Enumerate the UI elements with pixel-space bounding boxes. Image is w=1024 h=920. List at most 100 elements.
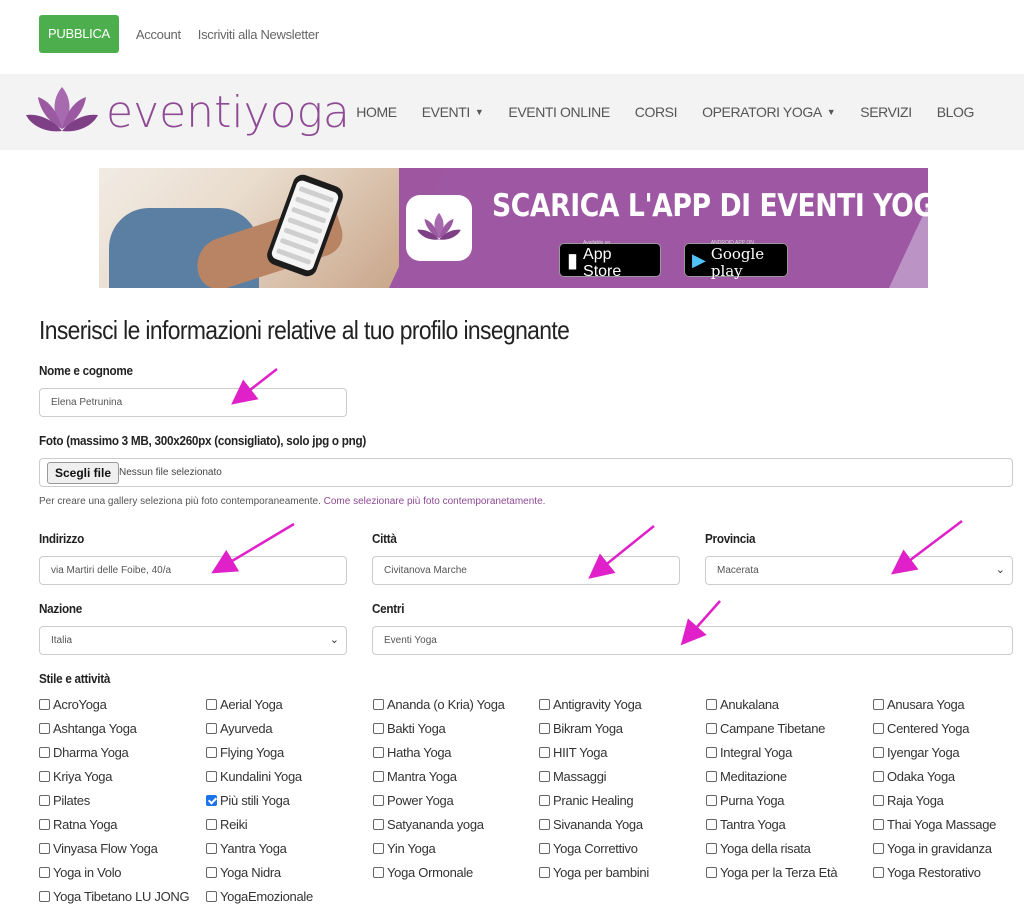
checkbox-icon[interactable] (873, 723, 884, 734)
style-checkbox[interactable]: Yantra Yoga (206, 841, 287, 856)
checkbox-icon[interactable] (39, 699, 50, 710)
style-checkbox[interactable]: Raja Yoga (873, 793, 944, 808)
name-field[interactable]: Elena Petrunina (39, 388, 347, 417)
style-checkbox[interactable]: Centered Yoga (873, 721, 969, 736)
style-checkbox[interactable]: Yoga Ormonale (373, 865, 473, 880)
checkbox-icon[interactable] (39, 723, 50, 734)
checkbox-icon[interactable] (206, 891, 217, 902)
checkbox-icon[interactable] (206, 819, 217, 830)
checkbox-icon[interactable] (873, 843, 884, 854)
checkbox-icon[interactable] (539, 723, 550, 734)
checkbox-icon[interactable] (706, 771, 717, 782)
centers-field[interactable]: Eventi Yoga (372, 626, 1013, 655)
style-checkbox[interactable]: Reiki (206, 817, 248, 832)
checkbox-icon[interactable] (873, 699, 884, 710)
address-field[interactable]: via Martiri delle Foibe, 40/a (39, 556, 347, 585)
style-checkbox[interactable]: Odaka Yoga (873, 769, 955, 784)
checkbox-icon[interactable] (39, 843, 50, 854)
checkbox-icon[interactable] (873, 795, 884, 806)
app-store-badge[interactable]: ▮ Available on App Store (559, 240, 661, 280)
style-checkbox[interactable]: Tantra Yoga (706, 817, 786, 832)
newsletter-link[interactable]: Iscriviti alla Newsletter (198, 27, 319, 42)
style-checkbox[interactable]: Dharma Yoga (39, 745, 129, 760)
style-checkbox[interactable]: Ashtanga Yoga (39, 721, 137, 736)
style-checkbox[interactable]: Satyananda yoga (373, 817, 484, 832)
style-checkbox[interactable]: Anusara Yoga (873, 697, 965, 712)
style-checkbox[interactable]: Bakti Yoga (373, 721, 446, 736)
nav-servizi[interactable]: SERVIZI (860, 104, 912, 120)
nav-eventi-online[interactable]: EVENTI ONLINE (508, 104, 610, 120)
style-checkbox[interactable]: Yin Yoga (373, 841, 436, 856)
style-checkbox[interactable]: YogaEmozionale (206, 889, 313, 904)
province-select[interactable]: Macerata ⌄ (705, 556, 1013, 585)
style-checkbox[interactable]: Ananda (o Kria) Yoga (373, 697, 505, 712)
style-checkbox[interactable]: Yoga della risata (706, 841, 811, 856)
checkbox-icon[interactable] (706, 795, 717, 806)
style-checkbox[interactable]: Hatha Yoga (373, 745, 452, 760)
nav-eventi[interactable]: EVENTI ▼ (422, 104, 484, 120)
checkbox-icon[interactable] (539, 819, 550, 830)
style-checkbox[interactable]: Power Yoga (373, 793, 454, 808)
style-checkbox[interactable]: Sivananda Yoga (539, 817, 643, 832)
style-checkbox[interactable]: Thai Yoga Massage (873, 817, 996, 832)
checkbox-icon[interactable] (373, 771, 384, 782)
style-checkbox[interactable]: Aerial Yoga (206, 697, 283, 712)
checkbox-icon[interactable] (206, 771, 217, 782)
style-checkbox[interactable]: Yoga in Volo (39, 865, 122, 880)
style-checkbox[interactable]: Vinyasa Flow Yoga (39, 841, 158, 856)
checkbox-icon[interactable] (539, 867, 550, 878)
style-checkbox[interactable]: Pilates (39, 793, 90, 808)
site-logo[interactable]: eventiyoga (24, 82, 350, 142)
checkbox-icon[interactable] (373, 699, 384, 710)
style-checkbox[interactable]: HIIT Yoga (539, 745, 607, 760)
app-download-banner[interactable]: SCARICA L'APP DI EVENTI YOGA ▮ Available… (99, 168, 928, 288)
nav-blog[interactable]: BLOG (937, 104, 975, 120)
checkbox-icon[interactable] (706, 843, 717, 854)
publish-button[interactable]: PUBBLICA (39, 15, 119, 53)
style-checkbox[interactable]: Yoga per la Terza Età (706, 865, 838, 880)
checkbox-icon[interactable] (206, 795, 217, 806)
checkbox-icon[interactable] (39, 819, 50, 830)
nav-home[interactable]: HOME (356, 104, 397, 120)
checkbox-icon[interactable] (206, 747, 217, 758)
checkbox-icon[interactable] (873, 819, 884, 830)
checkbox-icon[interactable] (873, 771, 884, 782)
style-checkbox[interactable]: Ayurveda (206, 721, 273, 736)
style-checkbox[interactable]: Yoga per bambini (539, 865, 649, 880)
style-checkbox[interactable]: Bikram Yoga (539, 721, 623, 736)
checkbox-icon[interactable] (206, 867, 217, 878)
checkbox-icon[interactable] (539, 843, 550, 854)
checkbox-icon[interactable] (39, 891, 50, 902)
checkbox-icon[interactable] (373, 723, 384, 734)
style-checkbox[interactable]: Più stili Yoga (206, 793, 290, 808)
style-checkbox[interactable]: Massaggi (539, 769, 607, 784)
style-checkbox[interactable]: AcroYoga (39, 697, 107, 712)
choose-file-button[interactable]: Scegli file (47, 462, 120, 484)
nav-operatori-yoga[interactable]: OPERATORI YOGA ▼ (702, 104, 836, 120)
checkbox-icon[interactable] (539, 747, 550, 758)
style-checkbox[interactable]: Antigravity Yoga (539, 697, 642, 712)
style-checkbox[interactable]: Meditazione (706, 769, 787, 784)
style-checkbox[interactable]: Flying Yoga (206, 745, 284, 760)
checkbox-icon[interactable] (39, 867, 50, 878)
checkbox-icon[interactable] (706, 867, 717, 878)
checkbox-icon[interactable] (373, 867, 384, 878)
style-checkbox[interactable]: Yoga Tibetano LU JONG (39, 889, 190, 904)
checkbox-icon[interactable] (539, 699, 550, 710)
checkbox-icon[interactable] (206, 843, 217, 854)
gallery-help-link[interactable]: Come selezionare più foto contemporaneta… (324, 496, 546, 507)
style-checkbox[interactable]: Kriya Yoga (39, 769, 112, 784)
style-checkbox[interactable]: Anukalana (706, 697, 779, 712)
nav-corsi[interactable]: CORSI (635, 104, 678, 120)
checkbox-icon[interactable] (373, 747, 384, 758)
checkbox-icon[interactable] (373, 843, 384, 854)
style-checkbox[interactable]: Pranic Healing (539, 793, 634, 808)
checkbox-icon[interactable] (873, 747, 884, 758)
checkbox-icon[interactable] (539, 795, 550, 806)
style-checkbox[interactable]: Yoga Nidra (206, 865, 281, 880)
checkbox-icon[interactable] (706, 747, 717, 758)
checkbox-icon[interactable] (539, 771, 550, 782)
style-checkbox[interactable]: Ratna Yoga (39, 817, 118, 832)
country-select[interactable]: Italia ⌄ (39, 626, 347, 655)
account-link[interactable]: Account (136, 27, 181, 42)
